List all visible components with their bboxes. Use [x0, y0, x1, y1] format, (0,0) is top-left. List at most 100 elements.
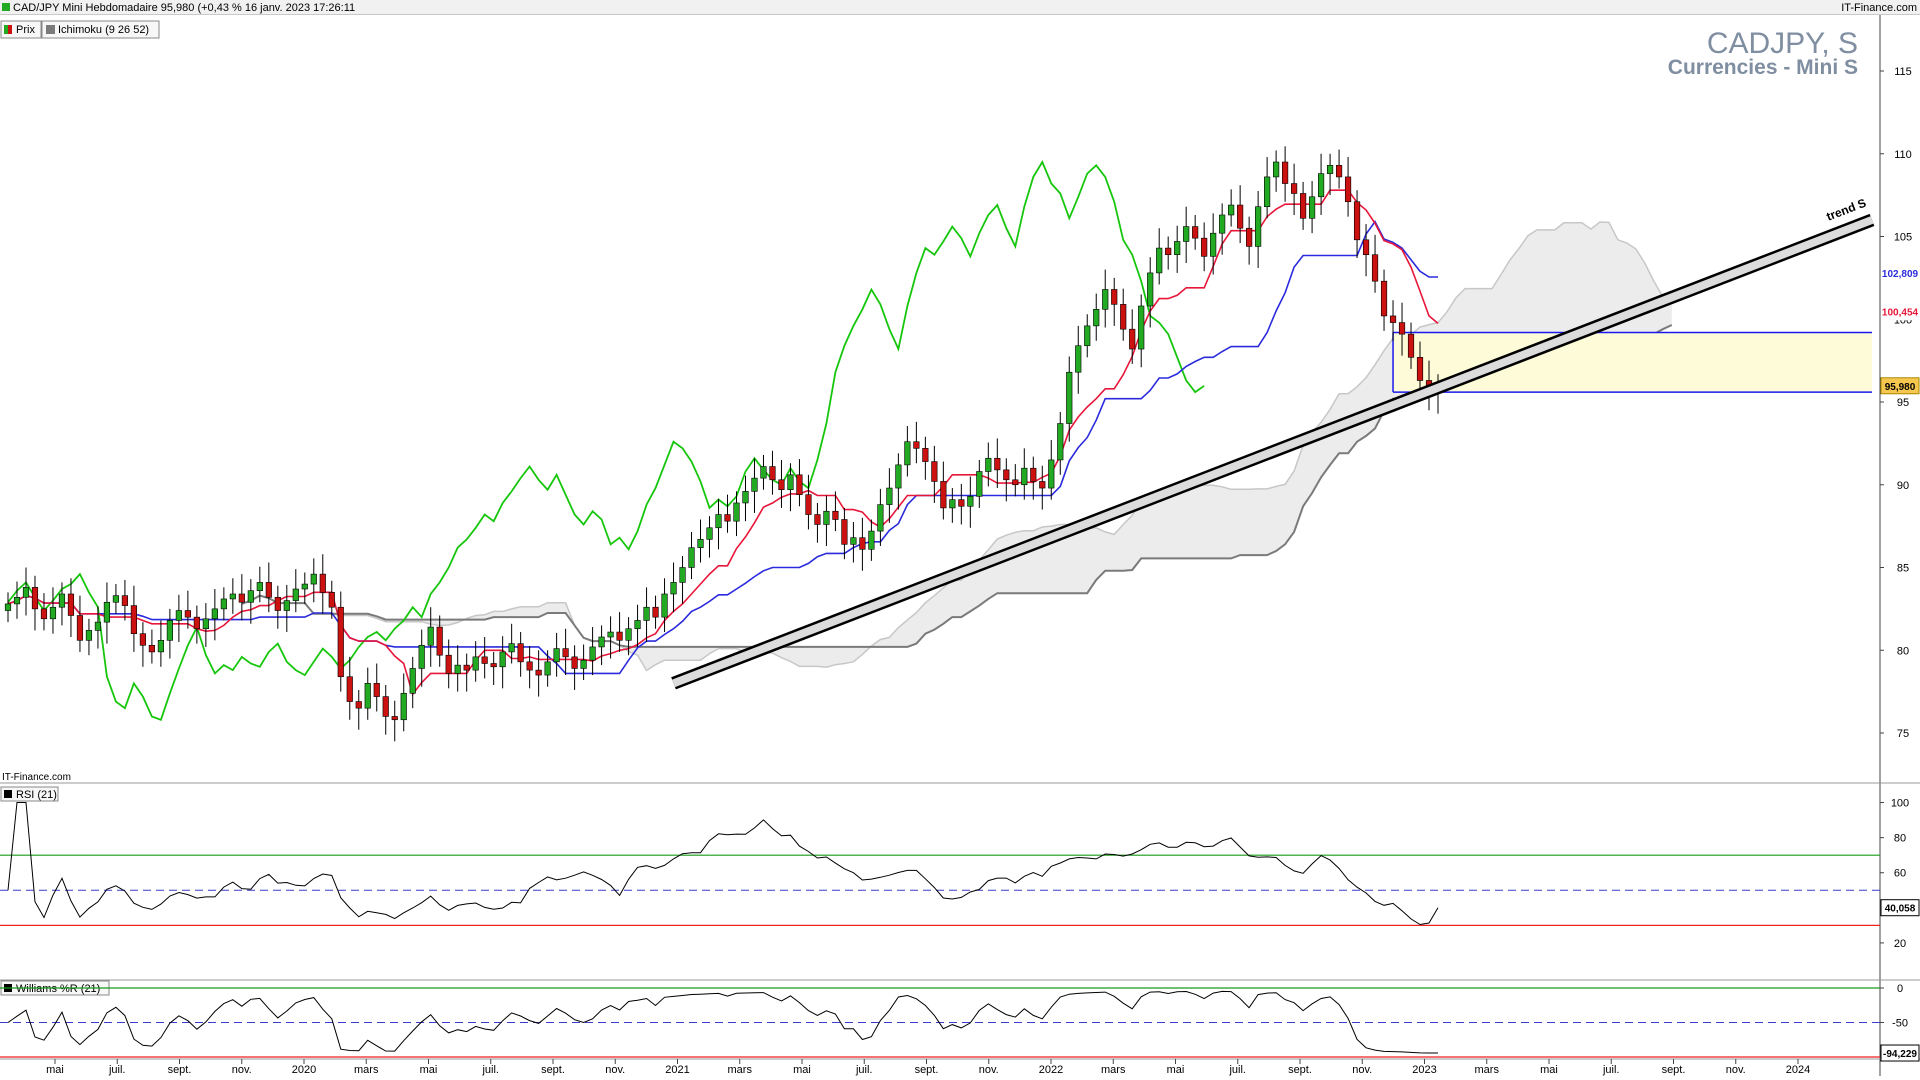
candle [229, 593, 236, 600]
candle [1317, 173, 1325, 198]
candle [805, 494, 812, 515]
candle [796, 474, 803, 495]
candle [778, 479, 785, 491]
candle [958, 499, 965, 507]
candle [328, 592, 335, 608]
candle [688, 547, 695, 568]
candle [1300, 193, 1307, 219]
candle [598, 636, 605, 648]
x-tick-label: nov. [232, 1064, 252, 1076]
candle [985, 457, 992, 472]
candle [76, 615, 84, 641]
candle [508, 643, 515, 653]
price-tick-label: 85 [1897, 563, 1909, 575]
trendline[interactable]: trend S [671, 196, 1875, 690]
candle [787, 474, 794, 491]
chart-header-title: CAD/JPY Mini Hebdomadaire 95,980 (+0,43 … [13, 2, 355, 14]
price-tick-label: 110 [1894, 149, 1912, 161]
candle [472, 656, 479, 671]
candle [337, 606, 344, 678]
x-tick-label: nov. [605, 1064, 625, 1076]
candle [1264, 176, 1271, 208]
x-tick-label: mai [1167, 1064, 1185, 1076]
x-tick-label: mars [1101, 1064, 1126, 1076]
cloud-fill [241, 222, 1672, 671]
candle [40, 608, 48, 620]
candle [868, 530, 875, 550]
x-tick-label: 2020 [292, 1064, 316, 1076]
candle [1084, 325, 1091, 347]
candle [652, 606, 659, 618]
candle [1273, 161, 1280, 178]
candle [1335, 165, 1343, 178]
candle [319, 573, 326, 593]
candle [454, 664, 461, 674]
x-tick-label: sept. [541, 1064, 565, 1076]
legend-ichimoku-label: Ichimoku (9 26 52) [58, 24, 149, 36]
candle [1416, 357, 1424, 381]
x-tick-label: juil. [1602, 1064, 1620, 1076]
candle [1102, 289, 1109, 310]
candle [814, 514, 821, 525]
x-tick-label: nov. [1352, 1064, 1372, 1076]
x-tick-label: sept. [1288, 1064, 1312, 1076]
tenkan-line [7, 189, 1439, 696]
trendline-inner [672, 216, 1874, 688]
candle [616, 631, 623, 641]
x-tick-label: 2023 [1412, 1064, 1436, 1076]
rsi-tick-label: 100 [1891, 798, 1909, 810]
candle [715, 514, 722, 529]
rsi-tick-label: 60 [1894, 868, 1906, 880]
candle [1398, 322, 1406, 335]
candle [157, 640, 164, 653]
candle [463, 664, 470, 671]
candle [1030, 467, 1037, 482]
rsi-legend-icon [4, 790, 12, 798]
candle [526, 661, 533, 671]
x-tick-label: mars [728, 1064, 753, 1076]
price-tick-label: 95 [1897, 397, 1909, 409]
candles [4, 146, 1442, 742]
x-tick-label: sept. [915, 1064, 939, 1076]
candle [1174, 241, 1181, 256]
candle [94, 621, 102, 631]
candle [1048, 459, 1055, 489]
candle [562, 648, 569, 658]
x-tick-label: juil. [1228, 1064, 1246, 1076]
candle [517, 643, 524, 663]
candle [499, 651, 506, 668]
ichimoku-cloud [241, 221, 1673, 672]
candle [112, 595, 120, 603]
candle [175, 610, 182, 621]
candle [922, 448, 929, 462]
candle [769, 466, 776, 481]
candle [310, 573, 317, 585]
candle [760, 466, 767, 479]
x-tick-label: 2022 [1039, 1064, 1063, 1076]
candle [427, 626, 434, 646]
candle [1165, 247, 1172, 256]
candle [1147, 272, 1154, 307]
candle [211, 608, 218, 620]
x-tick-label: juil. [481, 1064, 499, 1076]
candle [1120, 304, 1127, 330]
candle [292, 588, 299, 601]
candle [679, 567, 686, 583]
candle [1246, 227, 1253, 247]
chikou-line [7, 160, 1205, 721]
candle [1353, 201, 1361, 241]
candle [346, 676, 353, 702]
candle [265, 582, 272, 598]
price-tick-label: 75 [1897, 728, 1909, 740]
candle [1228, 204, 1235, 216]
candle [625, 628, 632, 641]
candle [1309, 196, 1316, 219]
candle [1012, 479, 1019, 486]
chart-canvas[interactable]: CAD/JPY Mini Hebdomadaire 95,980 (+0,43 … [0, 0, 1920, 1080]
candle [247, 590, 254, 603]
price-tick-label: 105 [1894, 232, 1912, 244]
candle [436, 626, 443, 656]
price-legend-icon-down [8, 25, 12, 34]
candle [742, 491, 749, 504]
candle [1111, 289, 1118, 305]
